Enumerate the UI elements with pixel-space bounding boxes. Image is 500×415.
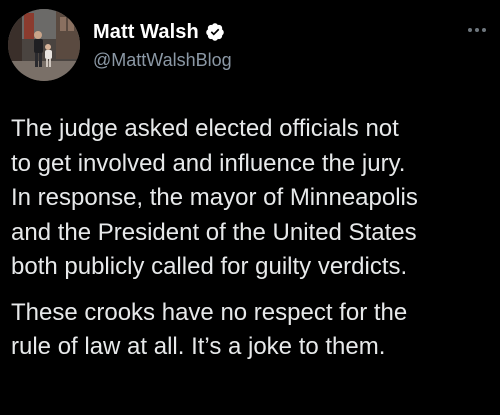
more-dot xyxy=(468,28,472,32)
author-handle[interactable]: @MattWalshBlog xyxy=(93,50,232,71)
more-dot xyxy=(475,28,479,32)
tweet-paragraph: These crooks have no respect for the rul… xyxy=(11,298,408,361)
more-dot xyxy=(482,28,486,32)
tweet-card: Matt Walsh @MattWalshBlog The judge aske… xyxy=(0,0,500,415)
more-options-icon[interactable] xyxy=(468,26,488,34)
profile-photo xyxy=(8,9,80,81)
author-display-name[interactable]: Matt Walsh xyxy=(93,21,199,44)
avatar[interactable] xyxy=(8,9,80,81)
tweet-text: The judge asked elected officials not to… xyxy=(11,112,493,365)
author-name-row: Matt Walsh xyxy=(93,20,225,44)
verified-badge-icon xyxy=(205,22,225,42)
tweet-paragraph: The judge asked elected officials not to… xyxy=(11,115,418,280)
